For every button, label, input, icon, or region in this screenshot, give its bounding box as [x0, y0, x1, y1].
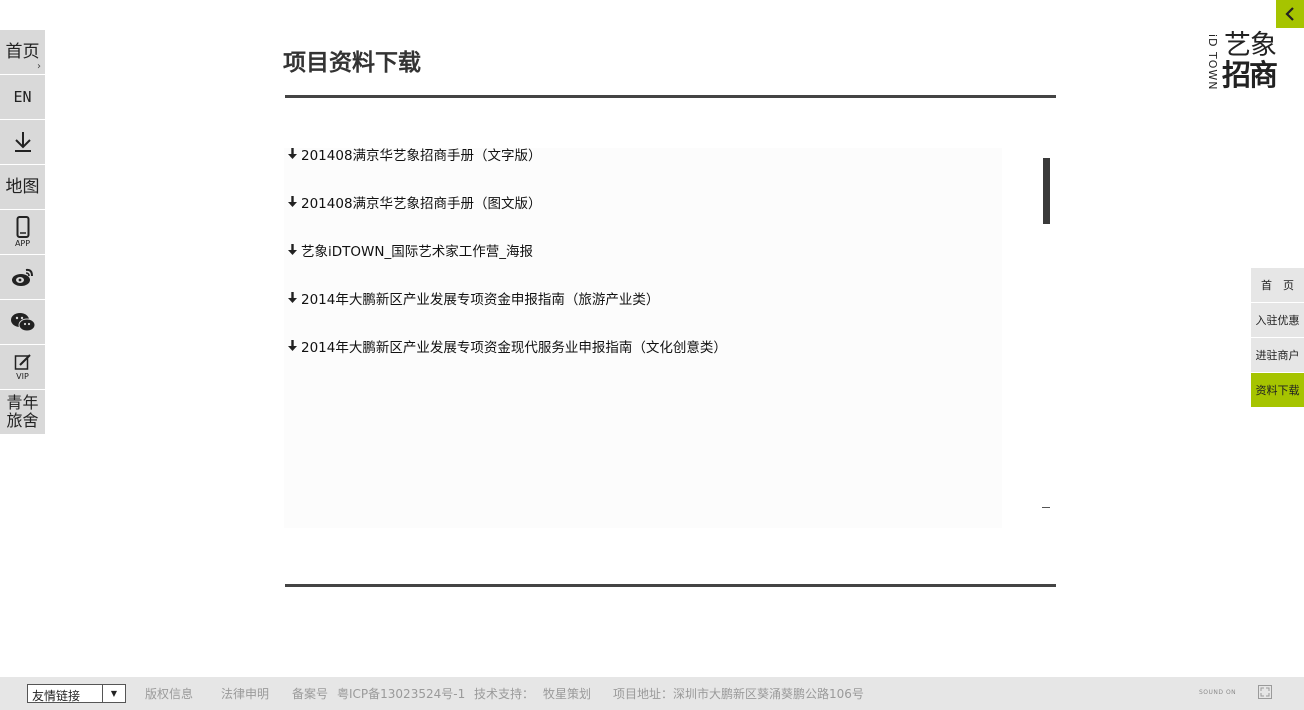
dropdown-arrow-icon[interactable]: ▼	[102, 685, 125, 702]
sidebar-item-youth-hostel[interactable]: 青年 旅舍	[0, 390, 45, 434]
divider-bottom	[285, 584, 1056, 587]
file-name[interactable]: 201408满京华艺象招商手册（文字版）	[301, 146, 542, 166]
right-nav: 首 页 入驻优惠 进驻商户 资料下载	[1251, 268, 1304, 408]
sidebar-item-weibo[interactable]	[0, 255, 45, 299]
sidebar-item-home[interactable]: 首页 ›	[0, 30, 45, 74]
file-name[interactable]: 2014年大鹏新区产业发展专项资金申报指南（旅游产业类）	[301, 290, 659, 310]
file-name[interactable]: 201408满京华艺象招商手册（图文版）	[301, 194, 542, 214]
file-item[interactable]: 2014年大鹏新区产业发展专项资金申报指南（旅游产业类）	[287, 290, 727, 338]
sound-toggle[interactable]: SOUND ON	[1199, 689, 1236, 696]
file-name[interactable]: 2014年大鹏新区产业发展专项资金现代服务业申报指南（文化创意类）	[301, 338, 727, 358]
sidebar-item-download[interactable]	[0, 120, 45, 164]
sidebar-item-label: VIP	[16, 372, 29, 381]
wechat-icon	[10, 313, 35, 332]
scrollbar-end	[1042, 507, 1050, 508]
right-nav-downloads[interactable]: 资料下载	[1251, 373, 1304, 407]
download-arrow-icon	[287, 146, 301, 166]
logo-vertical-text: iD TOWN	[1206, 34, 1219, 91]
sidebar-item-label: APP	[14, 239, 31, 248]
collapse-toggle-button[interactable]	[1276, 0, 1304, 28]
logo-line1: 艺象	[1224, 30, 1277, 61]
download-arrow-icon	[287, 290, 301, 310]
tech-support-value[interactable]: 牧星策划	[543, 685, 591, 702]
icp-value[interactable]: 粤ICP备13023524号-1	[337, 685, 465, 702]
logo-line2: 招商	[1222, 58, 1278, 92]
file-item[interactable]: 201408满京华艺象招商手册（图文版）	[287, 194, 727, 242]
right-nav-offers[interactable]: 入驻优惠	[1251, 303, 1304, 337]
select-value: 友情链接	[32, 689, 81, 703]
file-item[interactable]: 201408满京华艺象招商手册（文字版）	[287, 146, 727, 194]
chevron-right-icon: ›	[37, 61, 41, 72]
file-item[interactable]: 2014年大鹏新区产业发展专项资金现代服务业申报指南（文化创意类）	[287, 338, 727, 386]
chevron-left-icon	[1285, 7, 1294, 21]
divider-top	[285, 95, 1056, 98]
edit-icon	[14, 354, 31, 370]
legal-link[interactable]: 法律申明	[221, 685, 269, 702]
sidebar-item-vip[interactable]: VIP	[0, 345, 45, 389]
file-list: 201408满京华艺象招商手册（文字版） 201408满京华艺象招商手册（图文版…	[287, 146, 727, 386]
left-sidebar: 首页 › EN 地图 APP VIP 青年 旅舍	[0, 30, 45, 435]
sidebar-item-label: 青年	[6, 393, 39, 412]
phone-icon	[16, 216, 29, 238]
download-arrow-icon	[287, 194, 301, 214]
sidebar-item-wechat[interactable]	[0, 300, 45, 344]
sidebar-item-label: 地图	[5, 177, 40, 197]
project-address: 项目地址：深圳市大鹏新区葵涌葵鹏公路106号	[613, 687, 864, 701]
sidebar-item-app[interactable]: APP	[0, 210, 45, 254]
tech-support-label: 技术支持：	[474, 687, 535, 701]
right-nav-merchants[interactable]: 进驻商户	[1251, 338, 1304, 372]
icp-label: 备案号	[292, 687, 329, 701]
right-nav-home[interactable]: 首 页	[1251, 268, 1304, 302]
scrollbar-thumb[interactable]	[1043, 158, 1050, 224]
sidebar-item-english[interactable]: EN	[0, 75, 45, 119]
download-arrow-icon	[287, 338, 301, 358]
sidebar-item-label: 旅舍	[6, 411, 39, 430]
file-item[interactable]: 艺象iDTOWN_国际艺术家工作营_海报	[287, 242, 727, 290]
sidebar-item-map[interactable]: 地图	[0, 165, 45, 209]
weibo-icon	[11, 268, 33, 286]
logo[interactable]: iD TOWN 艺象 招商	[1206, 32, 1282, 94]
download-icon	[14, 132, 31, 152]
friend-links-select[interactable]: 友情链接 ▼	[27, 684, 126, 703]
download-arrow-icon	[287, 242, 301, 262]
sidebar-item-label: EN	[13, 88, 32, 106]
sidebar-item-label: 首页	[5, 42, 40, 62]
file-name[interactable]: 艺象iDTOWN_国际艺术家工作营_海报	[301, 242, 533, 262]
fullscreen-icon[interactable]	[1258, 685, 1272, 699]
footer: 友情链接 ▼ 版权信息 法律申明 备案号 粤ICP备13023524号-1 技术…	[0, 677, 1304, 710]
copyright-link[interactable]: 版权信息	[145, 685, 193, 702]
page-title: 项目资料下载	[283, 50, 421, 76]
